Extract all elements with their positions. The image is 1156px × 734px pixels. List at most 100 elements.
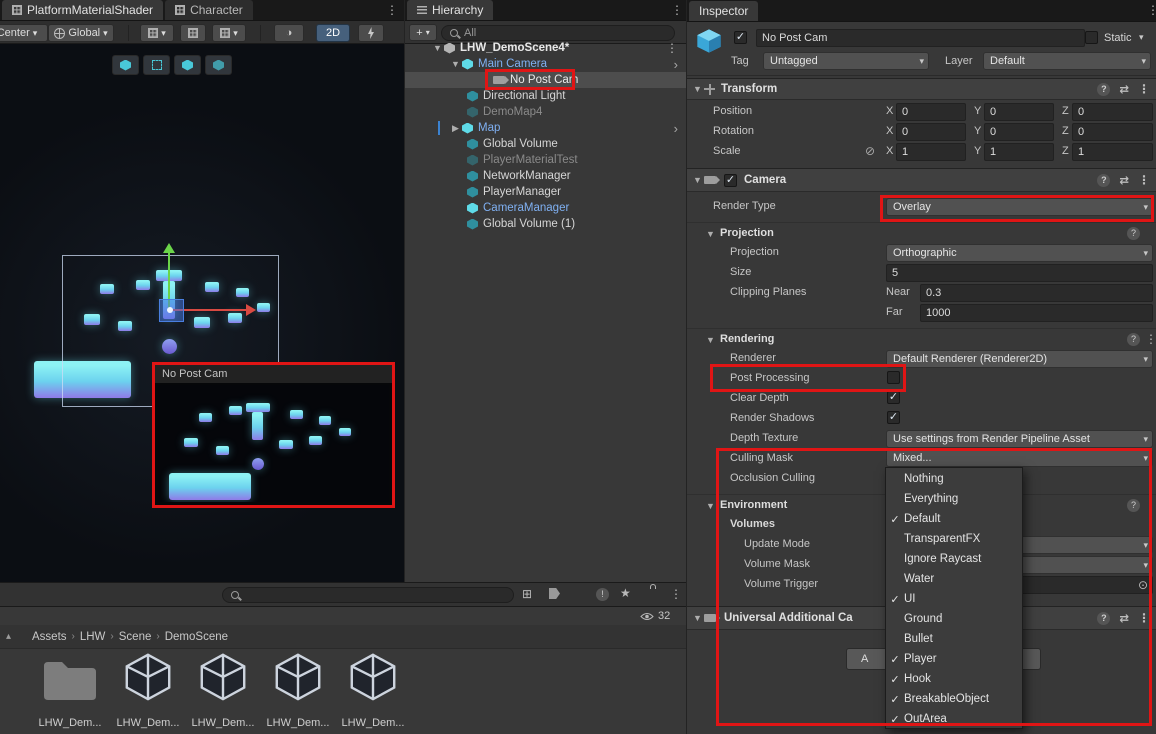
hierarchy-item-main-camera[interactable]: ▼ Main Camera › xyxy=(405,56,686,72)
hierarchy-item-global-volume[interactable]: Global Volume xyxy=(405,136,686,152)
presets-icon[interactable]: ⇄ xyxy=(1119,82,1129,96)
gizmo-center-dot[interactable] xyxy=(167,307,173,313)
tab-character[interactable]: Character xyxy=(165,0,253,20)
culling-mask-dropdown[interactable]: Mixed... ▾ xyxy=(886,449,1153,467)
hierarchy-item-playermanager[interactable]: PlayerManager xyxy=(405,184,686,200)
menu-item-water[interactable]: Water xyxy=(886,569,1022,589)
static-dropdown-icon[interactable]: ▾ xyxy=(1139,32,1144,43)
alert-icon[interactable]: ! xyxy=(596,588,609,601)
menu-item-outarea[interactable]: ✓ OutArea xyxy=(886,709,1022,729)
breadcrumb-demoscene[interactable]: DemoScene xyxy=(165,631,228,643)
render-type-dropdown[interactable]: Overlay ▾ xyxy=(886,198,1153,216)
menu-item-ui[interactable]: ✓ UI xyxy=(886,589,1022,609)
foldout-arrow-icon[interactable]: ▼ xyxy=(691,613,704,623)
tool-handle-dropdown[interactable]: Center ▾ xyxy=(0,24,48,42)
toggle-2d-button[interactable]: 2D xyxy=(316,24,350,42)
hierarchy-item-cameramanager[interactable]: CameraManager xyxy=(405,200,686,216)
collapse-icon[interactable]: ▴ xyxy=(6,631,11,642)
kebab-icon[interactable]: ⋮ xyxy=(666,41,678,55)
asset-tile-scene-2[interactable]: LHW_Dem... xyxy=(188,649,258,731)
scene-viewport[interactable]: No Post Cam xyxy=(0,44,404,582)
menu-item-ignore-raycast[interactable]: Ignore Raycast xyxy=(886,549,1022,569)
hierarchy-item-playermaterialtest[interactable]: PlayerMaterialTest xyxy=(405,152,686,168)
rendering-section-header[interactable]: ▼ Rendering ? ⋮ xyxy=(687,328,1156,349)
object-picker-icon[interactable]: ⊙ xyxy=(1138,578,1148,592)
prefab-open-arrow-icon[interactable]: › xyxy=(674,57,678,72)
presets-icon[interactable]: ⇄ xyxy=(1119,173,1129,187)
rotation-x-field[interactable]: 0 xyxy=(896,123,966,141)
size-field[interactable]: 5 xyxy=(886,264,1153,282)
menu-item-nothing[interactable]: Nothing xyxy=(886,469,1022,489)
foldout-arrow-icon[interactable]: ▼ xyxy=(431,43,444,53)
create-button[interactable]: + ▾ xyxy=(409,24,437,41)
overlay-tool-3-button[interactable] xyxy=(174,55,201,75)
help-icon[interactable]: ? xyxy=(1127,227,1140,240)
scale-y-field[interactable]: 1 xyxy=(984,143,1054,161)
camera-enabled-checkbox[interactable]: ✓ xyxy=(724,173,737,187)
tool-pivot-dropdown[interactable]: Global ▾ xyxy=(48,24,114,42)
snap-button[interactable] xyxy=(180,24,206,42)
hierarchy-item-directional-light[interactable]: Directional Light xyxy=(405,88,686,104)
help-icon[interactable]: ? xyxy=(1097,82,1111,96)
asset-tile-scene-4[interactable]: LHW_Dem... xyxy=(338,649,408,731)
near-field[interactable]: 0.3 xyxy=(920,284,1153,302)
scale-x-field[interactable]: 1 xyxy=(896,143,966,161)
overlay-tool-2-button[interactable] xyxy=(143,55,170,75)
layer-dropdown[interactable]: Default ▾ xyxy=(983,52,1151,70)
active-checkbox[interactable]: ✓ xyxy=(734,31,747,44)
hierarchy-item-no-post-cam[interactable]: No Post Cam xyxy=(405,72,686,88)
link-constraint-icon[interactable]: ⊘ xyxy=(865,144,875,158)
help-icon[interactable]: ? xyxy=(1097,173,1111,187)
breadcrumb-assets[interactable]: Assets xyxy=(32,631,67,643)
snap-increment-button[interactable]: ▾ xyxy=(212,24,246,42)
open-in-search-icon[interactable]: ⊞ xyxy=(522,587,532,601)
post-processing-checkbox[interactable] xyxy=(887,371,900,384)
foldout-arrow-icon[interactable]: ▼ xyxy=(704,501,717,511)
help-icon[interactable]: ? xyxy=(1097,611,1111,625)
position-y-field[interactable]: 0 xyxy=(984,103,1054,121)
kebab-icon[interactable]: ⋮ xyxy=(1138,611,1150,625)
clear-depth-checkbox[interactable]: ✓ xyxy=(887,391,900,404)
overlay-tool-1-button[interactable] xyxy=(112,55,139,75)
tag-dropdown[interactable]: Untagged ▾ xyxy=(763,52,929,70)
foldout-arrow-icon[interactable]: ▼ xyxy=(704,229,717,239)
asset-tile-scene-3[interactable]: LHW_Dem... xyxy=(263,649,333,731)
tab-inspector[interactable]: Inspector xyxy=(689,1,759,21)
shading-mode-button[interactable]: ◑ xyxy=(274,24,304,42)
hierarchy-item-scene[interactable]: ▼ LHW_DemoScene4* ⋮ xyxy=(405,40,686,56)
hierarchy-item-demomap4[interactable]: DemoMap4 xyxy=(405,104,686,120)
help-icon[interactable]: ? xyxy=(1127,333,1140,346)
foldout-arrow-icon[interactable]: ▼ xyxy=(449,59,462,69)
menu-item-transparentfx[interactable]: TransparentFX xyxy=(886,529,1022,549)
menu-item-bullet[interactable]: Bullet xyxy=(886,629,1022,649)
gameobject-name-field[interactable]: No Post Cam xyxy=(756,29,1085,47)
breadcrumb-lhw[interactable]: LHW xyxy=(80,631,106,643)
prefab-open-arrow-icon[interactable]: › xyxy=(674,121,678,136)
kebab-icon[interactable]: ⋮ xyxy=(386,3,398,17)
render-shadows-checkbox[interactable]: ✓ xyxy=(887,411,900,424)
menu-item-player[interactable]: ✓ Player xyxy=(886,649,1022,669)
depth-texture-dropdown[interactable]: Use settings from Render Pipeline Asset ▾ xyxy=(886,430,1153,448)
scene-lighting-button[interactable] xyxy=(358,24,384,42)
asset-tile-folder[interactable]: LHW_Dem... xyxy=(35,655,105,731)
breadcrumb-scene[interactable]: Scene xyxy=(119,631,152,643)
label-filter-icon[interactable] xyxy=(549,588,560,599)
foldout-arrow-icon[interactable]: ▼ xyxy=(691,84,704,94)
project-search-input[interactable] xyxy=(222,587,514,603)
tab-platformmaterialshader[interactable]: PlatformMaterialShader xyxy=(2,0,164,20)
menu-item-default[interactable]: ✓ Default xyxy=(886,509,1022,529)
kebab-icon[interactable]: ⋮ xyxy=(670,587,682,601)
foldout-arrow-icon[interactable]: ▼ xyxy=(691,175,704,185)
transform-header[interactable]: ▼ Transform ? ⇄ ⋮ xyxy=(687,78,1156,100)
kebab-icon[interactable]: ⋮ xyxy=(1138,82,1150,96)
scale-z-field[interactable]: 1 xyxy=(1072,143,1153,161)
foldout-arrow-icon[interactable]: ▼ xyxy=(704,335,717,345)
kebab-icon[interactable]: ⋮ xyxy=(671,3,683,17)
position-x-field[interactable]: 0 xyxy=(896,103,966,121)
kebab-icon[interactable]: ⋮ xyxy=(1147,3,1156,17)
menu-item-everything[interactable]: Everything xyxy=(886,489,1022,509)
kebab-icon[interactable]: ⋮ xyxy=(1138,173,1150,187)
projection-dropdown[interactable]: Orthographic ▾ xyxy=(886,244,1153,262)
overlay-tool-4-button[interactable] xyxy=(205,55,232,75)
projection-section-header[interactable]: ▼ Projection ? xyxy=(687,222,1156,243)
